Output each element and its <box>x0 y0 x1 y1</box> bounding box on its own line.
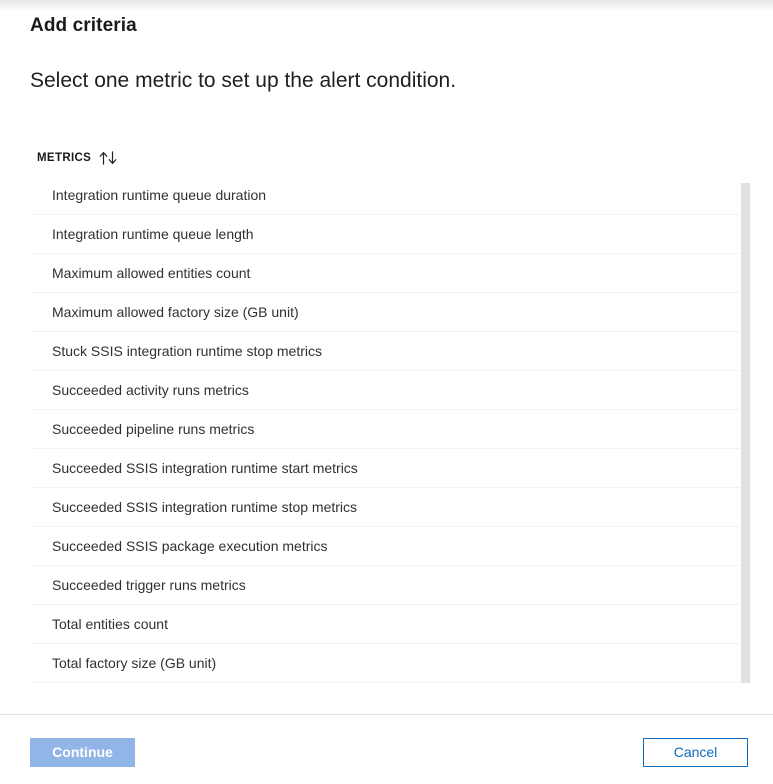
metric-list-item[interactable]: Succeeded SSIS integration runtime stop … <box>0 488 773 527</box>
metric-list-item[interactable]: Succeeded SSIS package execution metrics <box>0 527 773 566</box>
metrics-list-viewport[interactable]: Integration runtime queue duration Integr… <box>0 176 773 684</box>
metric-list-item[interactable]: Maximum allowed factory size (GB unit) <box>0 293 773 332</box>
footer-divider <box>0 714 773 715</box>
metrics-column-header: METRICS <box>37 152 92 164</box>
metric-list-item[interactable]: Total factory size (GB unit) <box>0 644 773 683</box>
metric-list-item[interactable]: Total entities count <box>0 605 773 644</box>
blade-top-gradient <box>0 0 773 12</box>
metric-list-item[interactable]: Integration runtime queue length <box>0 215 773 254</box>
page-title: Add criteria <box>30 15 137 36</box>
page-subtitle: Select one metric to set up the alert co… <box>30 69 457 92</box>
metric-list-item[interactable]: Maximum allowed entities count <box>0 254 773 293</box>
metric-list-item[interactable]: Integration runtime queue duration <box>0 176 773 215</box>
metric-list-item[interactable]: Succeeded pipeline runs metrics <box>0 410 773 449</box>
scrollbar-thumb[interactable] <box>741 183 750 683</box>
cancel-button[interactable]: Cancel <box>643 738 748 767</box>
metrics-list-scrollbar[interactable] <box>741 183 750 683</box>
add-criteria-blade: Add criteria Select one metric to set up… <box>0 0 773 784</box>
sort-ascending-descending-icon[interactable] <box>99 151 119 165</box>
metric-list-item[interactable]: Succeeded SSIS integration runtime start… <box>0 449 773 488</box>
metric-list-item[interactable]: Succeeded activity runs metrics <box>0 371 773 410</box>
metrics-list: Integration runtime queue duration Integr… <box>0 176 773 683</box>
metrics-list-header: METRICS <box>37 150 119 166</box>
metric-list-item[interactable]: Succeeded trigger runs metrics <box>0 566 773 605</box>
continue-button[interactable]: Continue <box>30 738 135 767</box>
metric-list-item[interactable]: Stuck SSIS integration runtime stop metr… <box>0 332 773 371</box>
